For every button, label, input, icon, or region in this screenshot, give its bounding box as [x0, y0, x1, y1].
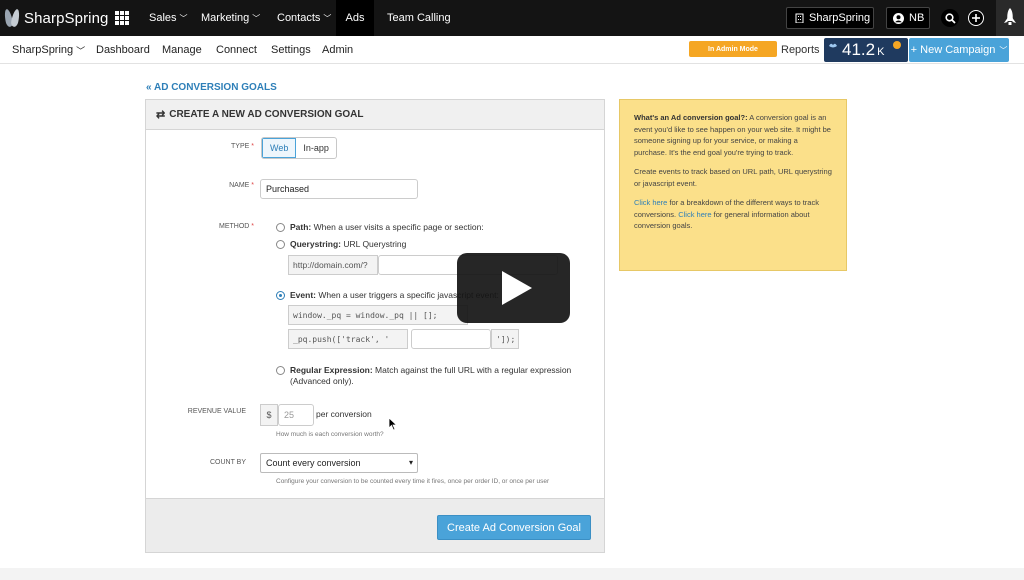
- chevron-down-icon: ▾: [408, 458, 413, 467]
- rocket-icon[interactable]: [996, 0, 1024, 36]
- count-by-select[interactable]: Count every conversion ▾: [260, 453, 418, 473]
- help-para-1: What's an Ad conversion goal?: A convers…: [634, 112, 832, 158]
- path-desc: When a user visits a specific page or se…: [313, 222, 484, 232]
- path-title: Path:: [290, 222, 312, 232]
- help-para-3: Click here for a breakdown of the differ…: [634, 197, 832, 232]
- event-code-line-1: window._pq = window._pq || [];: [288, 305, 468, 325]
- search-icon[interactable]: [941, 9, 959, 27]
- panel-title: CREATE A NEW AD CONVERSION GOAL: [169, 109, 364, 120]
- method-regex-radio[interactable]: [276, 366, 285, 375]
- score-value: 41.2: [842, 40, 876, 59]
- user-initials: NB: [909, 12, 925, 24]
- per-conversion-text: per conversion: [316, 409, 372, 419]
- revenue-label: REVENUE VALUE: [187, 408, 246, 415]
- event-code-line-2: _pq.push(['track', ': [288, 329, 408, 349]
- help-link-1[interactable]: Click here: [634, 198, 667, 207]
- method-event-radio[interactable]: [276, 291, 285, 300]
- chevron-down-icon: ﹀: [179, 13, 188, 23]
- count-by-label: COUNT BY: [209, 459, 246, 466]
- type-in-app-option[interactable]: In-app: [296, 138, 336, 158]
- play-button[interactable]: [457, 253, 570, 323]
- score-badge[interactable]: 41.2 K: [824, 38, 908, 62]
- plus-icon[interactable]: [968, 10, 984, 26]
- type-web-option[interactable]: Web: [262, 138, 297, 158]
- event-name-input[interactable]: [411, 329, 491, 349]
- admin-mode-badge: In Admin Mode: [689, 41, 777, 57]
- nav-team-calling[interactable]: Team Calling: [387, 0, 451, 36]
- chevron-down-icon: ﹀: [252, 13, 261, 23]
- regex-title: Regular Expression:: [290, 365, 373, 375]
- query-desc: URL Querystring: [343, 239, 407, 249]
- querystring-prefix: http://domain.com/?: [288, 255, 378, 275]
- building-icon: [795, 13, 804, 23]
- method-path-radio[interactable]: [276, 223, 285, 232]
- subnav-manage[interactable]: Manage: [162, 36, 202, 64]
- mouse-cursor-icon: [388, 417, 398, 431]
- help-box: What's an Ad conversion goal?: A convers…: [619, 99, 847, 271]
- sharpspring-logo-icon: [3, 7, 22, 29]
- revenue-hint: How much is each conversion worth?: [276, 431, 384, 438]
- account-name: SharpSpring: [809, 12, 871, 24]
- revenue-input[interactable]: 25: [278, 404, 314, 426]
- type-segmented-control: Web In-app: [261, 137, 337, 159]
- nav-ads[interactable]: Ads: [336, 0, 374, 36]
- chevron-down-icon: ﹀: [323, 13, 332, 23]
- grid-icon[interactable]: [115, 11, 129, 25]
- help-link-2[interactable]: Click here: [678, 210, 711, 219]
- name-label: NAME *: [229, 182, 254, 189]
- user-icon: [893, 12, 904, 24]
- type-label: TYPE *: [231, 143, 254, 150]
- new-campaign-button[interactable]: + New Campaign ﹀: [909, 38, 1009, 62]
- subnav-admin[interactable]: Admin: [322, 36, 353, 64]
- chevron-down-icon: ﹀: [999, 45, 1008, 55]
- panel-footer: Create Ad Conversion Goal: [146, 498, 604, 552]
- user-menu-button[interactable]: NB: [886, 7, 930, 29]
- query-title: Querystring:: [290, 239, 342, 249]
- logo[interactable]: SharpSpring: [3, 6, 109, 30]
- currency-addon: $: [260, 404, 278, 426]
- bottom-strip: [0, 568, 1024, 580]
- method-path-option[interactable]: Path: When a user visits a specific page…: [276, 222, 484, 233]
- event-title: Event:: [290, 290, 316, 300]
- create-goal-button[interactable]: Create Ad Conversion Goal: [437, 515, 591, 540]
- create-goal-panel: ⇄ CREATE A NEW AD CONVERSION GOAL TYPE *…: [145, 99, 605, 553]
- help-para-2: Create events to track based on URL path…: [634, 167, 832, 188]
- back-to-conversion-goals-link[interactable]: « AD CONVERSION GOALS: [146, 82, 277, 93]
- nav-contacts[interactable]: Contacts ﹀: [277, 0, 331, 36]
- notification-dot: [893, 41, 901, 49]
- logo-text: SharpSpring: [24, 9, 109, 27]
- nav-sales-label: Sales: [149, 12, 177, 24]
- swap-icon: ⇄: [156, 109, 166, 121]
- method-label: METHOD *: [218, 223, 254, 230]
- count-by-value: Count every conversion: [266, 458, 361, 468]
- subnav-account[interactable]: SharpSpring ﹀: [12, 36, 85, 64]
- name-input[interactable]: Purchased: [260, 179, 418, 199]
- method-querystring-radio[interactable]: [276, 240, 285, 249]
- top-bar: SharpSpring Sales ﹀ Marketing ﹀ Contacts ﹀ …: [0, 0, 1024, 36]
- subnav-settings[interactable]: Settings: [271, 36, 311, 64]
- count-by-hint: Configure your conversion to be counted …: [276, 478, 550, 485]
- chevron-down-icon: ﹀: [76, 45, 86, 56]
- reports-link[interactable]: Reports: [781, 36, 820, 64]
- event-code-line-3: ']);: [491, 329, 519, 349]
- bird-icon: [829, 43, 837, 48]
- subnav-connect[interactable]: Connect: [216, 36, 257, 64]
- help-title: What's an Ad conversion goal?:: [634, 113, 748, 122]
- subnav-account-label: SharpSpring: [12, 44, 74, 56]
- panel-header: ⇄ CREATE A NEW AD CONVERSION GOAL: [146, 100, 604, 130]
- score-unit: K: [877, 46, 885, 58]
- play-icon: [501, 271, 532, 305]
- nav-sales[interactable]: Sales ﹀: [149, 0, 188, 36]
- new-campaign-label: + New Campaign: [910, 44, 996, 56]
- method-regex-option[interactable]: Regular Expression: Match against the fu…: [276, 365, 596, 387]
- subnav-dashboard[interactable]: Dashboard: [96, 36, 150, 64]
- method-querystring-option[interactable]: Querystring: URL Querystring: [276, 239, 406, 250]
- nav-marketing-label: Marketing: [201, 12, 250, 24]
- nav-contacts-label: Contacts: [277, 12, 321, 24]
- nav-marketing[interactable]: Marketing ﹀: [201, 0, 260, 36]
- account-switcher-button[interactable]: SharpSpring: [786, 7, 874, 29]
